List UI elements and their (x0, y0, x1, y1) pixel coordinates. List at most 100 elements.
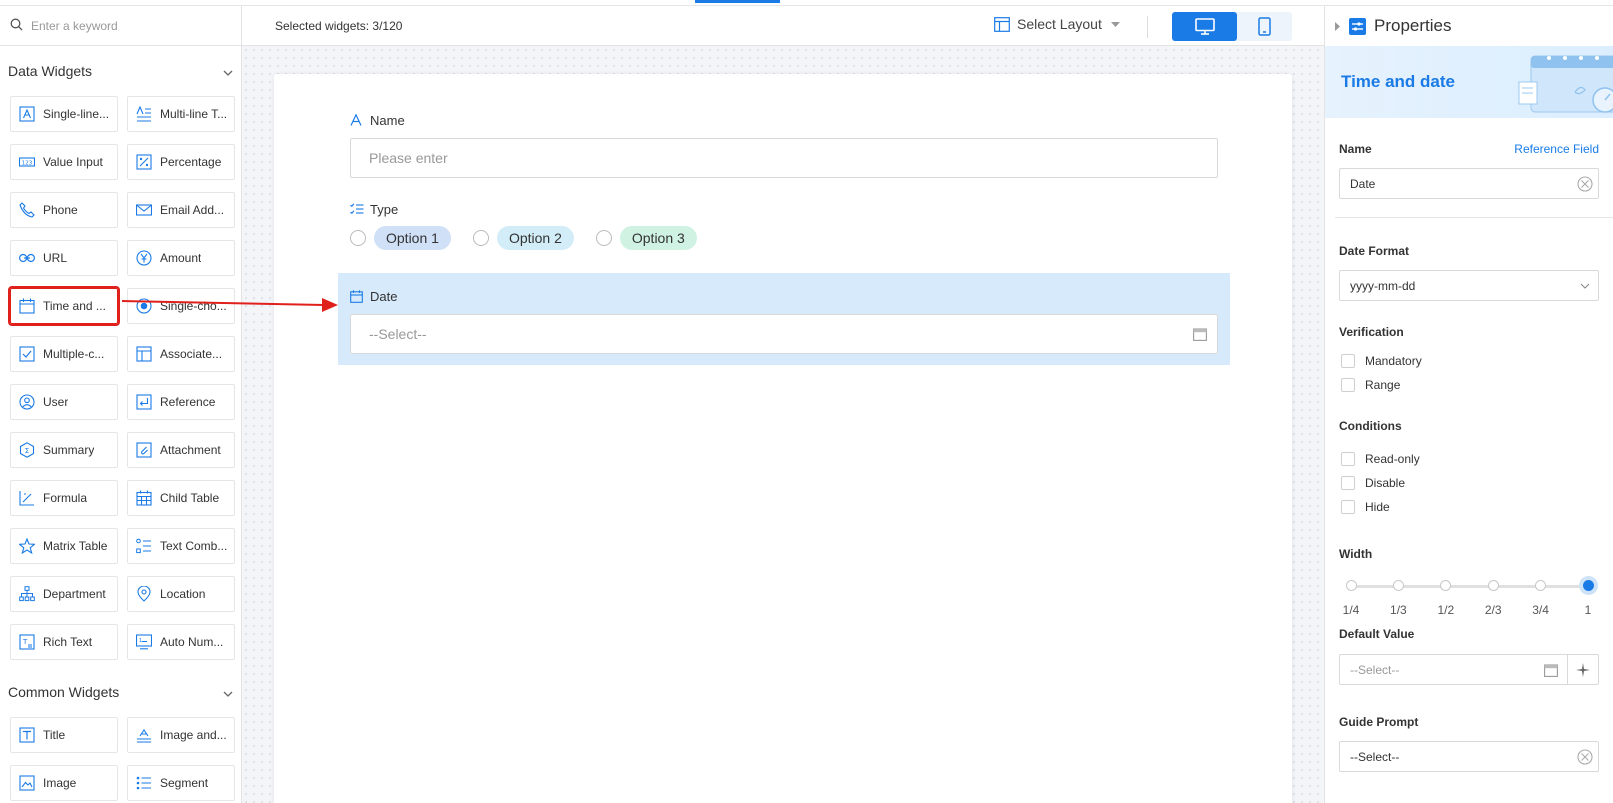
checkbox-label: Read-only (1365, 452, 1420, 466)
widget-banner: Time and date (1325, 46, 1613, 118)
widget-auto-number[interactable]: 1 Auto Num... (127, 624, 235, 660)
widget-text-combination[interactable]: Text Comb... (127, 528, 235, 564)
checkbox-read-only[interactable]: Read-only (1339, 447, 1599, 471)
checkbox-range[interactable]: Range (1339, 373, 1599, 397)
widget-department[interactable]: Department (10, 576, 118, 612)
widget-title[interactable]: Title (10, 717, 118, 753)
default-value-input[interactable]: --Select-- (1339, 654, 1599, 685)
widget-link[interactable]: URL (10, 240, 118, 276)
date-format-select[interactable]: yyyy-mm-dd (1339, 270, 1599, 301)
widget-value-input[interactable]: 123 Value Input (10, 144, 118, 180)
toolbar-divider (1147, 16, 1148, 38)
default-value-section: Default Value --Select-- (1325, 627, 1613, 685)
reference-field-link[interactable]: Reference Field (1514, 142, 1599, 156)
name-prop-value: Date (1350, 176, 1376, 191)
checkbox-mandatory[interactable]: Mandatory (1339, 349, 1599, 373)
width-slider-stop[interactable] (1582, 580, 1594, 591)
width-slider-stop[interactable] (1392, 580, 1404, 591)
widget-label: Child Table (160, 491, 220, 505)
widget-associate[interactable]: Associate... (127, 336, 235, 372)
caret-right-icon[interactable] (1335, 21, 1340, 31)
widget-reference[interactable]: Reference (127, 384, 235, 420)
type-option[interactable]: Option 2 (472, 226, 574, 250)
conditions-section: Conditions Read-only Disable Hide (1325, 419, 1613, 519)
widget-multi-line-text[interactable]: Multi-line T... (127, 96, 235, 132)
type-field[interactable]: Type Option 1 Option 2 Option 3 (350, 199, 1218, 251)
widget-email[interactable]: Email Add... (127, 192, 235, 228)
date-format-label: Date Format (1339, 244, 1410, 258)
width-slider-stop[interactable] (1345, 580, 1357, 591)
widget-location-pin[interactable]: Location (127, 576, 235, 612)
name-input[interactable]: Please enter (350, 138, 1218, 178)
chevron-down-icon (223, 63, 233, 79)
radio-button[interactable] (472, 230, 489, 246)
width-slider-stop[interactable] (1440, 580, 1452, 591)
app: Data Widgets Single-line... Multi-line T.… (0, 0, 1613, 803)
guide-prompt-value: --Select-- (1350, 749, 1400, 764)
name-prop-input[interactable]: Date (1339, 168, 1599, 199)
percentage-icon (136, 154, 152, 170)
widget-child-table[interactable]: Child Table (127, 480, 235, 516)
widget-label: Value Input (43, 155, 103, 169)
checkbox[interactable] (1341, 378, 1355, 392)
checkbox[interactable] (1341, 476, 1355, 490)
checkbox[interactable] (1341, 452, 1355, 466)
type-option[interactable]: Option 3 (595, 226, 697, 250)
date-label-text: Date (370, 288, 398, 304)
widget-segment[interactable]: Segment (127, 765, 235, 801)
checkbox-disable[interactable]: Disable (1339, 471, 1599, 495)
widget-label: Image (43, 776, 77, 790)
widget-user[interactable]: User (10, 384, 118, 420)
width-slider[interactable]: 1/4 1/3 1/2 2/3 3/4 1 (1339, 573, 1599, 617)
calendar-icon (1193, 328, 1207, 341)
name-field-label: Name (350, 110, 1218, 130)
widget-image-text[interactable]: Image and... (127, 717, 235, 753)
widget-paperclip[interactable]: Attachment (127, 432, 235, 468)
desktop-view-button[interactable] (1172, 12, 1237, 41)
type-options: Option 1 Option 2 Option 3 (350, 225, 1218, 251)
widget-checkbox[interactable]: Multiple-c... (10, 336, 118, 372)
radio-button[interactable] (595, 230, 612, 246)
widget-phone[interactable]: Phone (10, 192, 118, 228)
widget-star[interactable]: Matrix Table (10, 528, 118, 564)
properties-title: Properties (1374, 16, 1452, 35)
svg-text:1: 1 (139, 638, 142, 644)
widget-summary[interactable]: Σ Summary (10, 432, 118, 468)
divider (1335, 217, 1613, 218)
clear-icon[interactable] (1577, 176, 1593, 192)
guide-prompt-input[interactable]: --Select-- (1339, 741, 1599, 772)
name-field[interactable]: Name Please enter (350, 110, 1218, 178)
width-slider-stop[interactable] (1535, 580, 1547, 591)
common-widgets-group[interactable]: Common Widgets (0, 667, 241, 717)
search-input[interactable] (31, 18, 231, 33)
data-widgets-group[interactable]: Data Widgets (0, 46, 241, 96)
width-slider-stop[interactable] (1487, 580, 1499, 591)
text-combination-icon (136, 538, 152, 554)
auto-number-icon: 1 (136, 634, 152, 650)
widget-image[interactable]: Image (10, 765, 118, 801)
select-layout-dropdown[interactable]: Select Layout (994, 16, 1120, 32)
canvas-toolbar: Selected widgets: 3/120 Select Layout (242, 6, 1324, 46)
checkbox-hide[interactable]: Hide (1339, 495, 1599, 519)
widget-label: Department (43, 587, 106, 601)
widget-yen[interactable]: Amount (127, 240, 235, 276)
checkbox[interactable] (1341, 500, 1355, 514)
checkbox[interactable] (1341, 354, 1355, 368)
clear-icon[interactable] (1577, 749, 1593, 765)
widget-label: Title (43, 728, 66, 742)
widget-percentage[interactable]: Percentage (127, 144, 235, 180)
widget-single-line-text[interactable]: Single-line... (10, 96, 118, 132)
mobile-view-button[interactable] (1237, 12, 1292, 41)
department-icon (19, 586, 35, 602)
type-option[interactable]: Option 1 (350, 226, 451, 250)
widget-rich-text[interactable]: T Rich Text (10, 624, 118, 660)
widget-calendar[interactable]: Time and ... (8, 286, 120, 326)
formula-icon (19, 490, 35, 506)
radio-button[interactable] (350, 230, 366, 246)
formula-picker-button[interactable] (1567, 655, 1598, 684)
widget-label: Summary (43, 443, 95, 457)
single-line-text-icon (19, 106, 35, 122)
date-field[interactable]: Date --Select-- (350, 286, 1218, 354)
date-input[interactable]: --Select-- (350, 314, 1218, 354)
widget-formula[interactable]: Formula (10, 480, 118, 516)
